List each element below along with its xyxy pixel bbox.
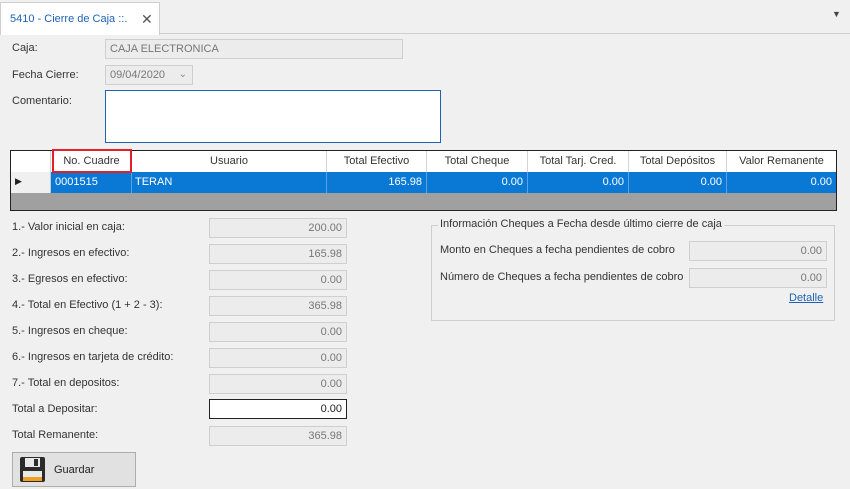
summary-value-valor-inicial: 200.00 [209, 218, 347, 238]
summary-label-egresos-efectivo: 3.- Egresos en efectivo: [12, 273, 128, 285]
numero-cheques-label: Número de Cheques a fecha pendientes de … [440, 271, 684, 283]
detalle-link[interactable]: Detalle [789, 292, 823, 304]
highlight-box [52, 149, 132, 173]
monto-cheques-value: 0.00 [689, 241, 827, 261]
fecha-cierre-value: 09/04/2020 [110, 69, 166, 81]
grid-corner [11, 151, 51, 172]
column-total-tarj-cred[interactable]: Total Tarj. Cred. [528, 151, 629, 172]
column-total-depositos[interactable]: Total Depósitos [629, 151, 727, 172]
main-panel: Caja: CAJA ELECTRONICA Fecha Cierre: 09/… [0, 35, 850, 489]
summary-label-total-remanente: Total Remanente: [12, 429, 99, 441]
cell-no-cuadre[interactable]: 0001515 [52, 172, 132, 193]
column-valor-remanente[interactable]: Valor Remanente [727, 151, 836, 172]
summary-value-total-efectivo: 365.98 [209, 296, 347, 316]
chevron-down-icon[interactable]: ▼ [832, 9, 841, 19]
fecha-cierre-picker[interactable]: 09/04/2020 ⌄ [105, 65, 193, 85]
table-row[interactable]: 0001515 TERAN 165.98 0.00 0.00 0.00 0.00 [51, 172, 836, 193]
summary-label-ingresos-cheque: 5.- Ingresos en cheque: [12, 325, 128, 337]
summary-value-ingresos-tarjeta: 0.00 [209, 348, 347, 368]
guardar-button[interactable]: Guardar [12, 452, 136, 487]
summary-value-ingresos-cheque: 0.00 [209, 322, 347, 342]
summary-value-egresos-efectivo: 0.00 [209, 270, 347, 290]
column-usuario[interactable]: Usuario [132, 151, 327, 172]
row-arrow-icon: ▶ [15, 176, 22, 186]
tab-cierre-de-caja[interactable]: 5410 - Cierre de Caja ::. ✕ [0, 2, 160, 35]
comentario-label: Comentario: [12, 95, 72, 107]
column-total-efectivo[interactable]: Total Efectivo [327, 151, 427, 172]
summary-label-total-efectivo: 4.- Total en Efectivo (1 + 2 - 3): [12, 299, 163, 311]
summary-label-ingresos-efectivo: 2.- Ingresos en efectivo: [12, 247, 130, 259]
caja-label: Caja: [12, 42, 38, 54]
save-icon [20, 457, 45, 482]
cell-usuario[interactable]: TERAN [132, 172, 327, 193]
guardar-label: Guardar [54, 464, 95, 476]
summary-value-ingresos-efectivo: 165.98 [209, 244, 347, 264]
cell-total-depositos[interactable]: 0.00 [629, 172, 727, 193]
summary-value-total-remanente: 365.98 [209, 426, 347, 446]
summary-label-total-depositos: 7.- Total en depositos: [12, 377, 120, 389]
cell-total-cheque[interactable]: 0.00 [427, 172, 528, 193]
cheques-group-title: Información Cheques a Fecha desde último… [438, 218, 724, 230]
column-total-cheque[interactable]: Total Cheque [427, 151, 528, 172]
chevron-down-icon[interactable]: ⌄ [179, 66, 187, 84]
numero-cheques-value: 0.00 [689, 268, 827, 288]
fecha-cierre-label: Fecha Cierre: [12, 69, 79, 81]
summary-label-ingresos-tarjeta: 6.- Ingresos en tarjeta de crédito: [12, 351, 174, 363]
monto-cheques-label: Monto en Cheques a fecha pendientes de c… [440, 244, 675, 256]
cuadre-grid: No. Cuadre Usuario Total Efectivo Total … [10, 149, 837, 211]
total-depositar-input[interactable]: 0.00 [209, 399, 347, 419]
row-indicator[interactable]: ▶ [11, 172, 51, 193]
tab-title: 5410 - Cierre de Caja ::. [10, 13, 128, 25]
grid-header: No. Cuadre Usuario Total Efectivo Total … [11, 151, 836, 172]
summary-value-total-depositos: 0.00 [209, 374, 347, 394]
caja-field: CAJA ELECTRONICA [105, 39, 403, 59]
tab-bar: 5410 - Cierre de Caja ::. ✕ ▼ [0, 0, 850, 35]
cell-valor-remanente[interactable]: 0.00 [727, 172, 836, 193]
cell-total-efectivo[interactable]: 165.98 [327, 172, 427, 193]
close-icon[interactable]: ✕ [141, 11, 153, 28]
comentario-textarea[interactable] [105, 90, 441, 143]
cell-total-tarj-cred[interactable]: 0.00 [528, 172, 629, 193]
summary-label-total-depositar: Total a Depositar: [12, 403, 98, 415]
summary-label-valor-inicial: 1.- Valor inicial en caja: [12, 221, 125, 233]
